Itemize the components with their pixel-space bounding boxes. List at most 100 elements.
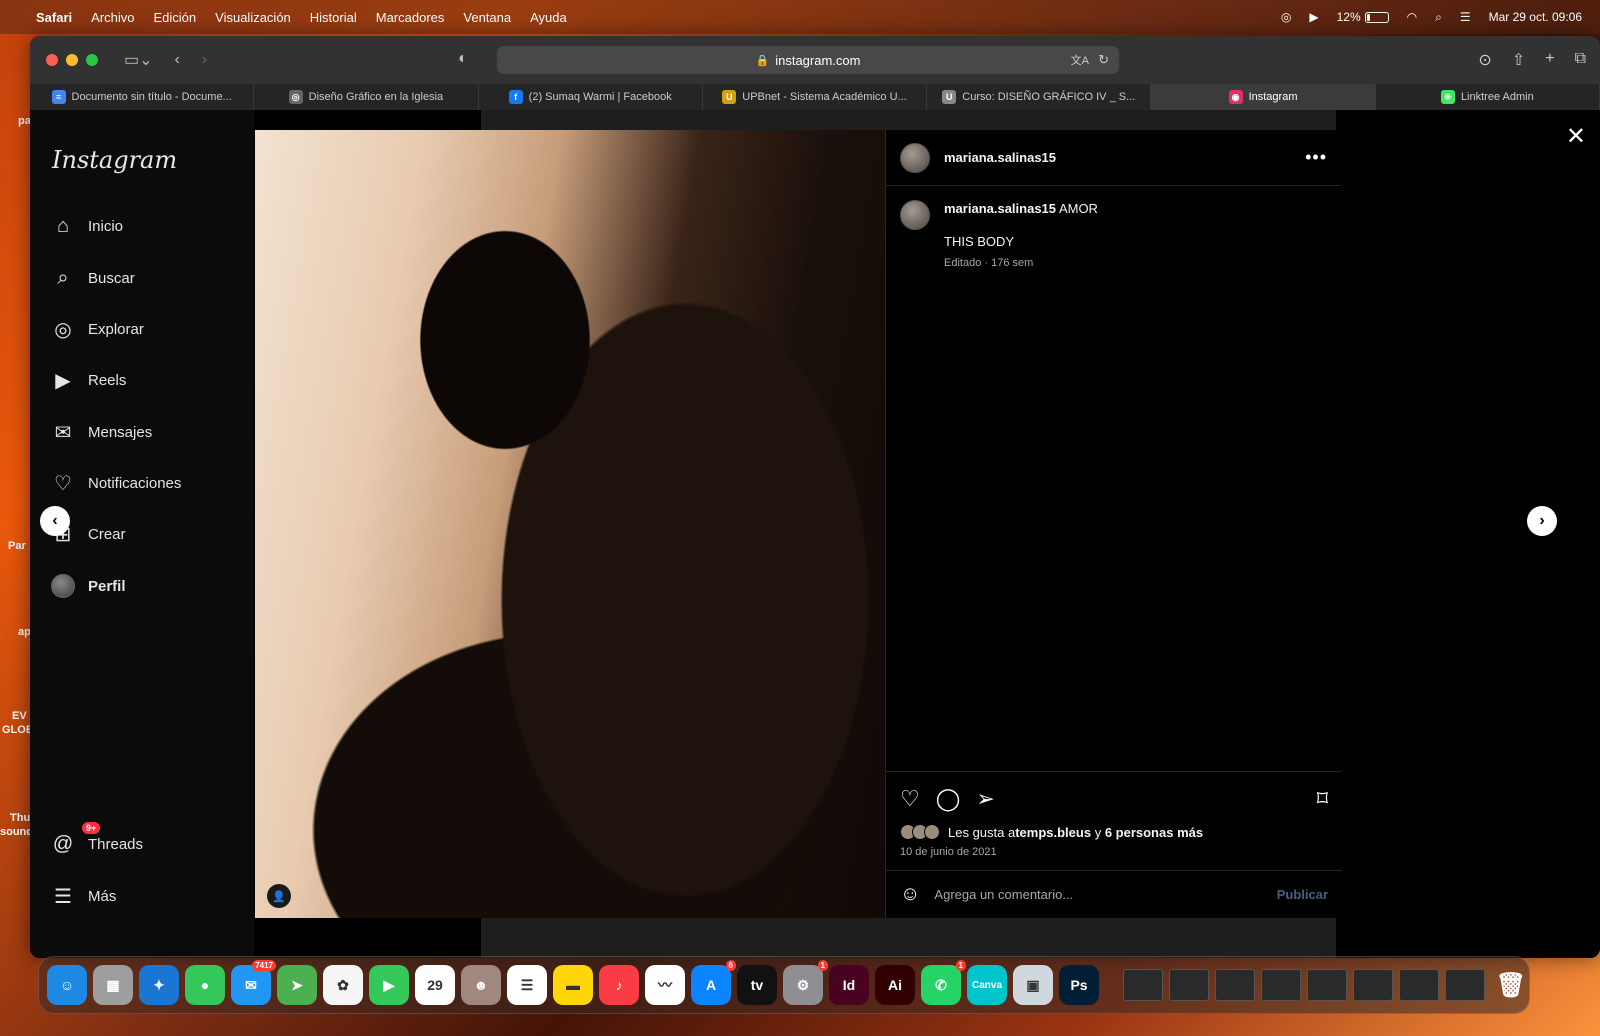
dock-app-apple-tv-icon[interactable]: tv [737, 965, 777, 1005]
desktop-label[interactable]: Thu [10, 812, 30, 824]
trash-icon[interactable]: 🗑 [1491, 965, 1531, 1005]
sidebar-item-mensajes[interactable]: ✉ Mensajes [50, 412, 153, 452]
menu-archivo[interactable]: Archivo [91, 10, 134, 25]
desktop-label[interactable]: sound [0, 826, 33, 838]
dock-app-contacts-icon[interactable]: ☻ [461, 965, 501, 1005]
likes-summary[interactable]: Les gusta a temps.bleus y 6 personas más [900, 824, 1328, 840]
browser-tab[interactable]: ◎ Diseño Gráfico en la Iglesia [254, 84, 479, 110]
instagram-logo[interactable]: Instagram [52, 146, 177, 174]
menu-app-name[interactable]: Safari [36, 10, 72, 25]
comment-icon[interactable]: ◯ [936, 786, 961, 812]
sidebar-item-explorar[interactable]: ◎ Explorar [50, 309, 144, 349]
publish-button[interactable]: Publicar [1277, 887, 1328, 902]
browser-tab[interactable]: ✳ Linktree Admin [1376, 84, 1600, 110]
dock-app-maps-icon[interactable]: ➤ [277, 965, 317, 1005]
dock-app-freeform-icon[interactable]: 〰 [645, 965, 685, 1005]
dock-app-photoshop-icon[interactable]: Ps [1059, 965, 1099, 1005]
menu-ayuda[interactable]: Ayuda [530, 10, 567, 25]
spotlight-icon[interactable]: ⌕ [1435, 10, 1442, 25]
dock-app-app-store-icon[interactable]: A6 [691, 960, 736, 1005]
close-icon[interactable]: ✕ [1566, 122, 1586, 151]
sidebar-item-reels[interactable]: ▶ Reels [50, 360, 126, 400]
dock-app-photos-icon[interactable]: ✿ [323, 965, 363, 1005]
sidebar-item-more[interactable]: ☰ Más [50, 876, 116, 916]
like-icon[interactable]: ♡ [900, 786, 920, 812]
dock-app-illustrator-icon[interactable]: Ai [875, 965, 915, 1005]
desktop-label[interactable]: pa [18, 115, 31, 127]
minimized-window-thumbnail[interactable] [1353, 969, 1393, 1001]
browser-tab[interactable]: ≡ Documento sin título - Docume... [30, 84, 255, 110]
sidebar-item-perfil[interactable]: Perfil [50, 566, 126, 606]
share-icon[interactable]: ➢ [976, 786, 994, 812]
post-photo[interactable]: 👤 [255, 130, 885, 918]
next-post-button[interactable]: › [1527, 506, 1557, 536]
menu-visualizacion[interactable]: Visualización [215, 10, 291, 25]
dock-app-preview-icon[interactable]: ▣ [1013, 965, 1053, 1005]
sidebar-item-threads[interactable]: @ 9+ Threads [50, 822, 143, 864]
new-tab-icon[interactable]: + [1545, 50, 1554, 70]
dock-app-messages-icon[interactable]: ● [185, 965, 225, 1005]
browser-tab[interactable]: f (2) Sumaq Warmi | Facebook [479, 84, 703, 110]
bookmark-icon[interactable]: ⌑ [1317, 786, 1328, 812]
wifi-icon[interactable]: ◠ [1407, 10, 1417, 24]
likes-user[interactable]: temps.bleus [1015, 825, 1091, 840]
minimized-window-thumbnail[interactable] [1399, 969, 1439, 1001]
sidebar-item-buscar[interactable]: ⌕ Buscar [50, 258, 134, 298]
menu-ventana[interactable]: Ventana [463, 10, 511, 25]
sidebar-item-notificaciones[interactable]: ♡ Notificaciones [50, 463, 181, 503]
sidebar-toggle-icon[interactable]: ▭⌄ [124, 50, 153, 70]
dock-app-whatsapp-icon[interactable]: ✆ 1 [921, 960, 966, 1005]
avatar[interactable] [900, 200, 930, 230]
share-icon[interactable]: ⇧ [1512, 50, 1525, 70]
dock-app-facetime-icon[interactable]: ▶ [369, 965, 409, 1005]
dock-app-reminders-icon[interactable]: ☰ [507, 965, 547, 1005]
minimized-window-thumbnail[interactable] [1169, 969, 1209, 1001]
minimized-window-thumbnail[interactable] [1261, 969, 1301, 1001]
likes-others[interactable]: 6 personas más [1105, 825, 1203, 840]
dock-app-notes-icon[interactable]: ▬ [553, 965, 593, 1005]
menu-edicion[interactable]: Edición [154, 10, 197, 25]
tab-overview-icon[interactable]: ⧉ [1575, 50, 1586, 70]
dock-app-finder-icon[interactable]: ☺ [47, 965, 87, 1005]
translate-icon[interactable]: 文A [1071, 52, 1089, 68]
close-window-button[interactable] [46, 54, 58, 66]
desktop-label[interactable]: Par [8, 540, 26, 552]
play-icon[interactable]: ▶ [1309, 10, 1318, 24]
sidebar-item-inicio[interactable]: ⌂ Inicio [50, 206, 123, 246]
caption-username[interactable]: mariana.salinas15 [944, 201, 1056, 216]
clock[interactable]: Mar 29 oct. 09:06 [1489, 10, 1582, 24]
reload-icon[interactable]: ↻ [1098, 52, 1109, 68]
minimized-window-thumbnail[interactable] [1215, 969, 1255, 1001]
previous-post-button[interactable]: ‹ [40, 506, 70, 536]
emoji-icon[interactable]: ☺ [900, 883, 920, 906]
zoom-window-button[interactable] [86, 54, 98, 66]
battery-status[interactable]: 12% [1337, 10, 1389, 24]
menu-historial[interactable]: Historial [310, 10, 357, 25]
downloads-icon[interactable]: ⊙ [1478, 50, 1491, 70]
dock-app-indesign-icon[interactable]: Id [829, 965, 869, 1005]
dock-app-system-settings-icon[interactable]: ⚙ 1 [783, 960, 828, 1005]
airdrop-icon[interactable]: ◎ [1281, 10, 1291, 24]
post-username[interactable]: mariana.salinas15 [944, 150, 1056, 165]
menu-marcadores[interactable]: Marcadores [376, 10, 445, 25]
privacy-shield-icon[interactable]: ◐ [458, 50, 468, 68]
browser-tab[interactable]: U UPBnet - Sistema Académico U... [703, 84, 928, 110]
avatar[interactable] [900, 142, 930, 173]
dock-app-calendar-icon[interactable]: 29 [415, 965, 455, 1005]
minimized-window-thumbnail[interactable] [1307, 969, 1347, 1001]
minimized-window-thumbnail[interactable] [1123, 969, 1163, 1001]
more-options-icon[interactable]: ••• [1305, 147, 1327, 168]
minimize-window-button[interactable] [66, 54, 78, 66]
desktop-label[interactable]: ap [18, 626, 31, 638]
dock-app-mail-icon[interactable]: ✉ 7417 [231, 960, 276, 1005]
minimized-window-thumbnail[interactable] [1445, 969, 1485, 1001]
dock-app-launchpad-icon[interactable]: ▦ [93, 965, 133, 1005]
control-center-icon[interactable]: ☰ [1460, 10, 1471, 24]
forward-icon[interactable]: › [202, 51, 207, 69]
back-icon[interactable]: ‹ [175, 51, 180, 69]
user-tag-icon[interactable]: 👤 [267, 884, 291, 908]
address-bar[interactable]: 🔒 instagram.com 文A ↻ [497, 46, 1119, 74]
dock-app-music-icon[interactable]: ♪ [599, 965, 639, 1005]
dock-app-canva-icon[interactable]: Canva [967, 965, 1007, 1005]
desktop-label[interactable]: EV [12, 710, 27, 722]
